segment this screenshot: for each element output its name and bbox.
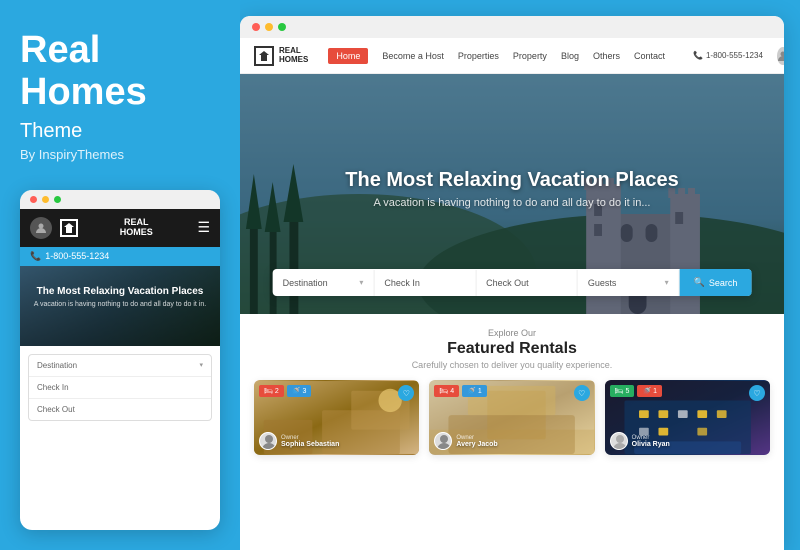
mobile-phone-bar: 📞 1-800-555-1234: [20, 247, 220, 266]
mobile-avatar: [30, 217, 52, 239]
desktop-dot-yellow: [265, 23, 273, 31]
mobile-dot-red: [30, 196, 37, 203]
search-destination[interactable]: Destination ▾: [273, 270, 375, 296]
badge-baths-2: 🚿 1: [462, 385, 487, 397]
hero-subtitle: A vacation is having nothing to do and a…: [345, 197, 678, 209]
mobile-hero: The Most Relaxing Vacation Places A vaca…: [20, 266, 220, 346]
favorite-btn-2[interactable]: ♡: [574, 385, 590, 401]
chevron-icon: ▾: [359, 278, 363, 287]
badge-baths-3: 🚿 1: [637, 385, 662, 397]
badge-baths-1: 🚿 3: [287, 385, 312, 397]
desktop-nav: REAL HOMES Home Become a Host Properties…: [240, 38, 784, 74]
badge-beds-2: 🛏 4: [434, 385, 459, 397]
rental-image-1: 🛏 2 🚿 3 ♡ Owner Sophia: [254, 380, 419, 455]
mobile-dot-yellow: [42, 196, 49, 203]
nav-item-become-host[interactable]: Become a Host: [382, 51, 444, 61]
mobile-search-destination[interactable]: Destination ▾: [29, 355, 211, 377]
mobile-preview: REAL HOMES ☰ 📞 1-800-555-1234 The Most R…: [20, 190, 220, 530]
desktop-avatar[interactable]: [777, 47, 784, 65]
rental-badges-2: 🛏 4 🚿 1: [434, 385, 486, 397]
search-checkin[interactable]: Check In: [374, 270, 476, 296]
desktop-hero: The Most Relaxing Vacation Places A vaca…: [240, 74, 784, 314]
rental-badges-1: 🛏 2 🚿 3: [259, 385, 311, 397]
search-button[interactable]: 🔍 Search: [680, 269, 752, 296]
owner-avatar-3: [610, 432, 628, 450]
owner-avatar-1: [259, 432, 277, 450]
favorite-btn-3[interactable]: ♡: [749, 385, 765, 401]
rental-image-3: 🛏 5 🚿 1 ♡ Owner Olivia: [605, 380, 770, 455]
desktop-logo-text: REAL HOMES: [279, 47, 308, 65]
phone-icon: 📞: [693, 51, 703, 60]
mobile-search-checkout[interactable]: Check Out: [29, 399, 211, 420]
rental-card-1[interactable]: 🛏 2 🚿 3 ♡ Owner Sophia: [254, 380, 419, 455]
rental-badges-3: 🛏 5 🚿 1: [610, 385, 662, 397]
desktop-logo-icon: [254, 46, 274, 66]
phone-icon: 📞: [30, 251, 41, 262]
theme-title: Real Homes: [20, 30, 220, 114]
owner-avatar-2: [434, 432, 452, 450]
mobile-search-box: Destination ▾ Check In Check Out: [28, 354, 212, 421]
mobile-hamburger-icon[interactable]: ☰: [197, 219, 210, 236]
rental-owner-2: Owner Avery Jacob: [434, 432, 497, 450]
search-guests[interactable]: Guests ▾: [578, 270, 680, 296]
desktop-logo: REAL HOMES: [254, 46, 308, 66]
mobile-logo-text: REAL HOMES: [83, 218, 189, 238]
rental-image-2: 🛏 4 🚿 1 ♡ Owner Avery J: [429, 380, 594, 455]
badge-beds-3: 🛏 5: [610, 385, 635, 397]
desktop-phone: 📞 1-800-555-1234: [693, 51, 763, 60]
chevron-icon: ▾: [665, 278, 669, 287]
mobile-logo: REAL HOMES: [60, 218, 189, 238]
mobile-search-checkin[interactable]: Check In: [29, 377, 211, 399]
featured-explore-label: Explore Our: [254, 328, 770, 338]
rental-card-3[interactable]: 🛏 5 🚿 1 ♡ Owner Olivia: [605, 380, 770, 455]
mobile-nav: REAL HOMES ☰: [20, 209, 220, 247]
rental-card-2[interactable]: 🛏 4 🚿 1 ♡ Owner Avery J: [429, 380, 594, 455]
mobile-hero-sub: A vacation is having nothing to do and a…: [30, 300, 210, 309]
badge-beds-1: 🛏 2: [259, 385, 284, 397]
nav-item-properties[interactable]: Properties: [458, 51, 499, 61]
mobile-phone-number: 1-800-555-1234: [45, 251, 109, 261]
nav-item-others[interactable]: Others: [593, 51, 620, 61]
nav-item-home[interactable]: Home: [328, 48, 368, 64]
mobile-logo-icon: [60, 219, 78, 237]
nav-item-property[interactable]: Property: [513, 51, 547, 61]
nav-item-contact[interactable]: Contact: [634, 51, 665, 61]
featured-section: Explore Our Featured Rentals Carefully c…: [240, 314, 784, 465]
mobile-dots-bar: [20, 190, 220, 209]
search-icon: 🔍: [694, 277, 705, 288]
desktop-dot-red: [252, 23, 260, 31]
mobile-dot-green: [54, 196, 61, 203]
rental-owner-3: Owner Olivia Ryan: [610, 432, 670, 450]
desktop-dot-green: [278, 23, 286, 31]
theme-author: By InspiryThemes: [20, 147, 220, 162]
desktop-dots-bar: [240, 16, 784, 38]
search-checkout[interactable]: Check Out: [476, 270, 578, 296]
featured-subtitle: Carefully chosen to deliver you quality …: [254, 360, 770, 370]
mobile-hero-title: The Most Relaxing Vacation Places: [30, 286, 210, 297]
hero-title: The Most Relaxing Vacation Places: [345, 169, 678, 192]
rental-cards: 🛏 2 🚿 3 ♡ Owner Sophia: [254, 380, 770, 455]
nav-item-blog[interactable]: Blog: [561, 51, 579, 61]
rental-owner-1: Owner Sophia Sebastian: [259, 432, 339, 450]
left-panel: Real Homes Theme By InspiryThemes: [0, 0, 240, 550]
hero-search-bar: Destination ▾ Check In Check Out Guests …: [273, 269, 752, 296]
desktop-preview: REAL HOMES Home Become a Host Properties…: [240, 16, 784, 550]
theme-subtitle: Theme: [20, 120, 220, 143]
hero-content: The Most Relaxing Vacation Places A vaca…: [345, 169, 678, 219]
featured-title: Featured Rentals: [254, 340, 770, 358]
